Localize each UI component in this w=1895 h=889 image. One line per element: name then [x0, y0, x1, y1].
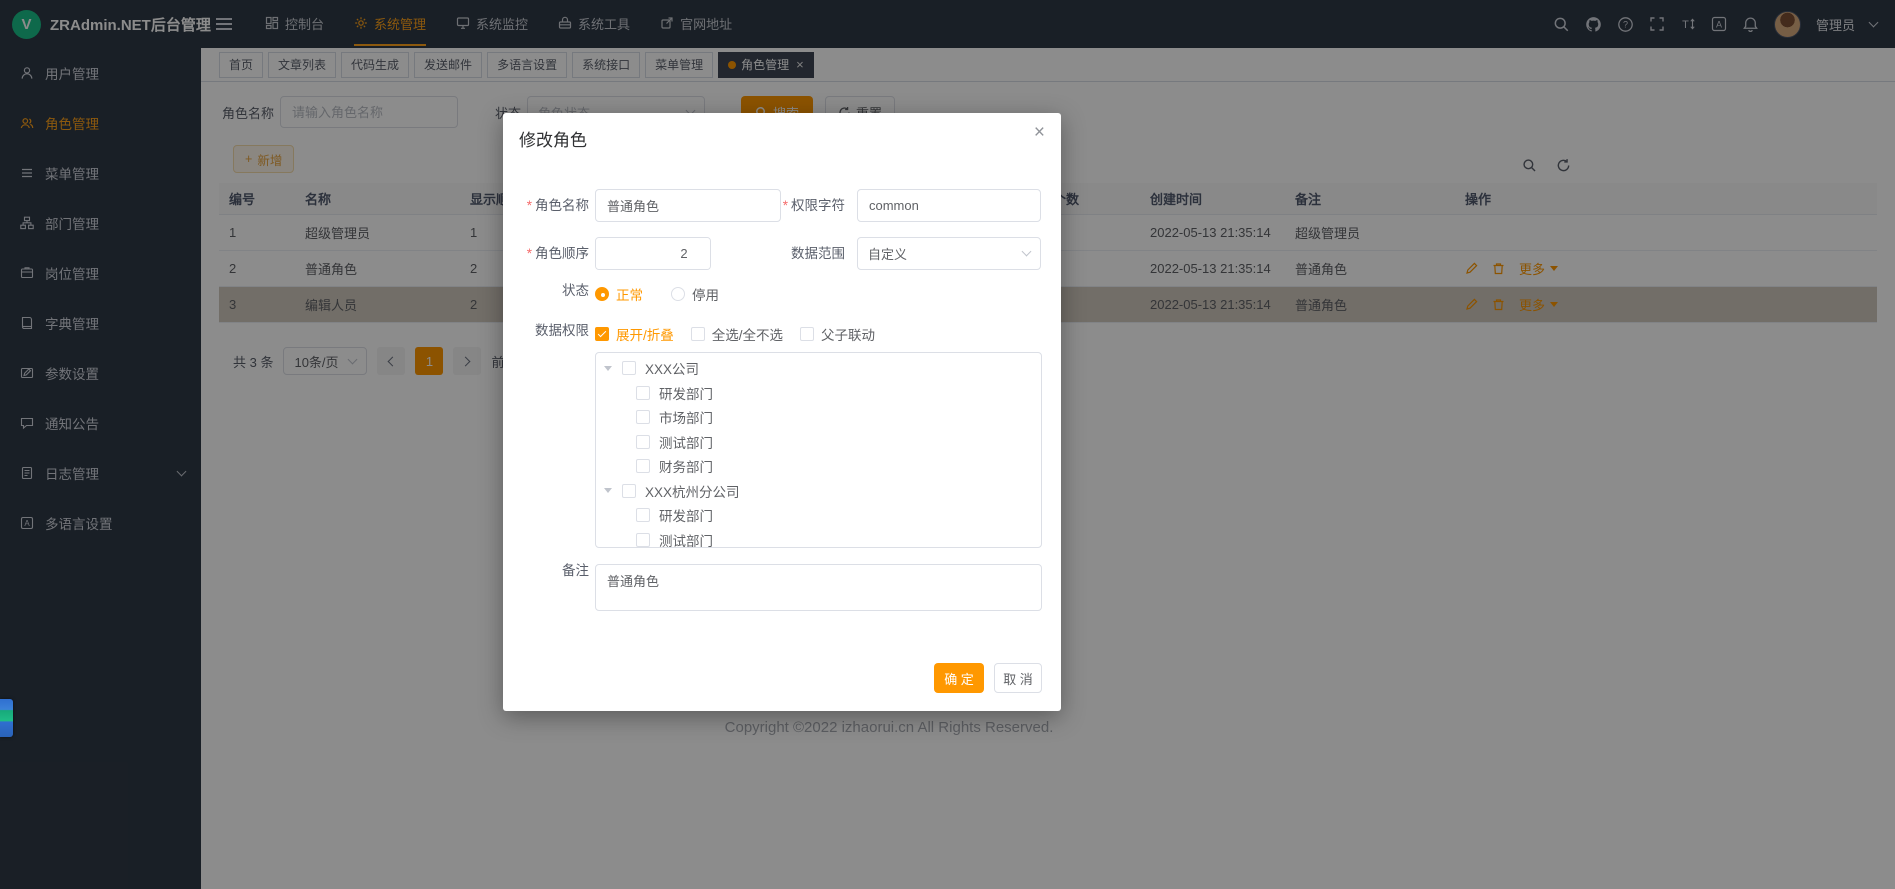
checkbox-icon[interactable]: [636, 435, 650, 449]
permission-tree: XXX公司 研发部门 市场部门 测试部门 财务部门 XXX杭州分公司: [595, 352, 1042, 548]
tree-node-label: 测试部门: [659, 530, 713, 548]
radio-checked-icon: [595, 287, 609, 301]
tree-node-label: XXX杭州分公司: [645, 481, 740, 501]
radio-icon: [671, 287, 685, 301]
checkbox-icon[interactable]: [636, 386, 650, 400]
close-icon[interactable]: ×: [1034, 123, 1045, 142]
checkbox-label: 父子联动: [821, 324, 875, 344]
tree-node-label: XXX公司: [645, 358, 699, 378]
caret-down-icon[interactable]: [604, 488, 612, 493]
radio-normal[interactable]: 正常: [595, 284, 643, 304]
perm-char-label: *权限字符: [753, 189, 845, 222]
edit-role-dialog: 修改角色 × *角色名称 *权限字符 *角色顺序 数据范围 自定义 状态: [503, 113, 1061, 711]
checkbox-parent-child[interactable]: 父子联动: [800, 324, 875, 344]
tree-node-dept[interactable]: 测试部门: [596, 430, 1041, 455]
tree-node-company[interactable]: XXX公司: [596, 356, 1041, 381]
data-scope-value: 自定义: [868, 244, 1023, 263]
tree-node-dept[interactable]: 研发部门: [596, 381, 1041, 406]
chevron-down-icon: [1022, 247, 1032, 257]
checkbox-checked-icon: [595, 327, 609, 341]
role-order-label: *角色顺序: [503, 237, 589, 270]
checkbox-select-all[interactable]: 全选/全不选: [691, 324, 783, 344]
label-text: 数据权限: [535, 323, 589, 338]
label-text: 角色顺序: [535, 246, 589, 261]
data-perm-label: 数据权限: [503, 321, 589, 341]
checkbox-icon[interactable]: [636, 410, 650, 424]
role-order-field[interactable]: [596, 238, 711, 269]
perm-char-field[interactable]: [857, 189, 1041, 222]
checkbox-label: 展开/折叠: [616, 324, 674, 344]
remark-textarea[interactable]: 普通角色: [595, 564, 1042, 611]
app-root: V ZRAdmin.NET后台管理 控制台 系统管理 系统监控 系统工具: [0, 0, 1895, 889]
radio-label: 停用: [692, 284, 719, 304]
tree-node-dept[interactable]: 研发部门: [596, 503, 1041, 528]
tree-node-label: 市场部门: [659, 407, 713, 427]
role-name-label: *角色名称: [503, 189, 589, 222]
dialog-title: 修改角色: [519, 126, 587, 151]
data-scope-label: 数据范围: [753, 237, 845, 270]
label-text: 状态: [562, 283, 589, 298]
tree-node-dept[interactable]: 测试部门: [596, 528, 1041, 549]
radio-disabled[interactable]: 停用: [671, 284, 719, 304]
radio-label: 正常: [616, 284, 643, 304]
status-label: 状态: [503, 281, 589, 301]
data-perm-options: 展开/折叠 全选/全不选 父子联动: [595, 324, 875, 344]
tree-node-label: 测试部门: [659, 432, 713, 452]
label-text: 角色名称: [535, 198, 589, 213]
tree-node-branch[interactable]: XXX杭州分公司: [596, 479, 1041, 504]
label-text: 权限字符: [791, 198, 845, 213]
required-asterisk: *: [783, 198, 788, 213]
status-radio-group: 正常 停用: [595, 284, 719, 304]
checkbox-label: 全选/全不选: [712, 324, 783, 344]
tree-node-label: 研发部门: [659, 383, 713, 403]
label-text: 数据范围: [791, 246, 845, 261]
checkbox-icon[interactable]: [636, 459, 650, 473]
required-asterisk: *: [527, 246, 532, 261]
tree-node-dept[interactable]: 财务部门: [596, 454, 1041, 479]
checkbox-icon[interactable]: [636, 508, 650, 522]
required-asterisk: *: [527, 198, 532, 213]
cancel-button[interactable]: 取 消: [994, 663, 1042, 693]
checkbox-icon: [691, 327, 705, 341]
checkbox-icon[interactable]: [636, 533, 650, 547]
role-order-stepper: [595, 237, 711, 270]
tree-node-label: 财务部门: [659, 456, 713, 476]
confirm-button[interactable]: 确 定: [934, 663, 984, 693]
tree-node-dept[interactable]: 市场部门: [596, 405, 1041, 430]
tree-node-label: 研发部门: [659, 505, 713, 525]
checkbox-icon[interactable]: [622, 361, 636, 375]
label-text: 备注: [562, 563, 589, 578]
checkbox-icon: [800, 327, 814, 341]
corner-widget-icon[interactable]: [0, 699, 13, 737]
caret-down-icon[interactable]: [604, 366, 612, 371]
checkbox-expand-collapse[interactable]: 展开/折叠: [595, 324, 674, 344]
remark-label: 备注: [503, 561, 589, 581]
checkbox-icon[interactable]: [622, 484, 636, 498]
data-scope-select[interactable]: 自定义: [857, 237, 1041, 270]
